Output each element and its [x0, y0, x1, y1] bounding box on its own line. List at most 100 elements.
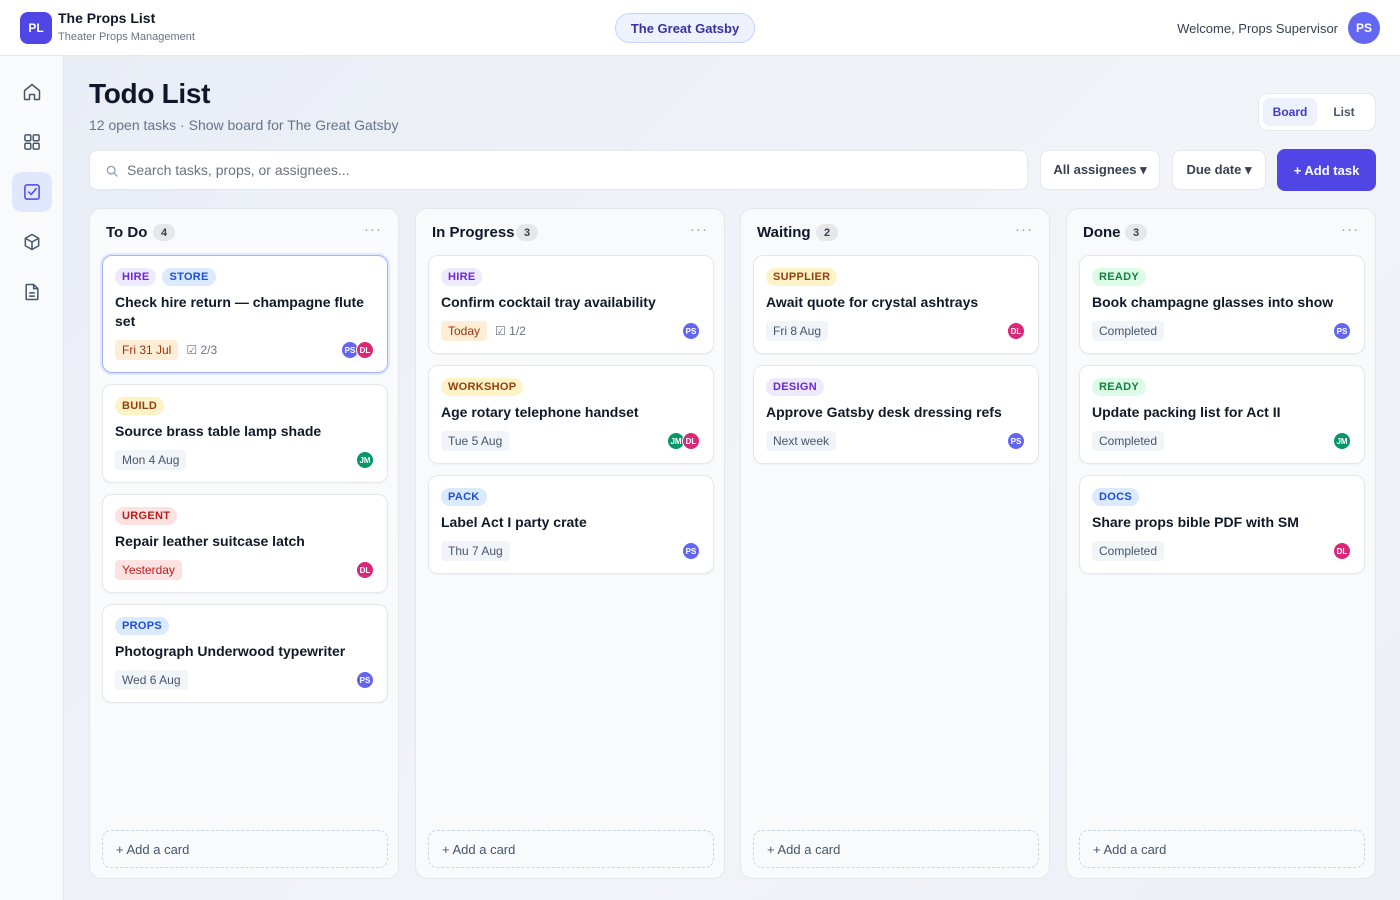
app-subtitle: Theater Props Management: [58, 31, 195, 43]
user-avatar[interactable]: PS: [1348, 12, 1380, 44]
task-meta: Thu 7 Aug PS: [441, 541, 700, 561]
task-card[interactable]: HIRE Confirm cocktail tray availability To…: [428, 255, 714, 354]
column-done: Done 3 ··· READY Book champagne glasses into…: [1066, 208, 1376, 879]
tag-row: URGENT: [115, 507, 374, 525]
task-card[interactable]: READY Book champagne glasses into show Com…: [1079, 255, 1365, 354]
tag-badge: HIRE: [441, 268, 483, 286]
task-card[interactable]: READY Update packing list for Act II Compl…: [1079, 365, 1365, 464]
tag-badge: WORKSHOP: [441, 378, 524, 396]
task-meta: Next week PS: [766, 431, 1025, 451]
due-date-badge: Wed 6 Aug: [115, 670, 188, 690]
assignee-avatars: PS: [356, 671, 374, 689]
assignee-avatar[interactable]: DL: [356, 341, 374, 359]
assignees-filter[interactable]: All assignees ▾: [1040, 150, 1160, 190]
board-view-button[interactable]: Board: [1263, 98, 1317, 126]
assignee-avatars: DL: [356, 561, 374, 579]
task-card[interactable]: DOCS Share props bible PDF with SM Complet…: [1079, 475, 1365, 574]
task-meta: Fri 8 Aug DL: [766, 321, 1025, 341]
search-bar: [89, 150, 1028, 190]
task-title: Confirm cocktail tray availability: [441, 294, 656, 310]
task-meta: Mon 4 Aug JM: [115, 450, 374, 470]
task-title: Update packing list for Act II: [1092, 404, 1281, 420]
assignee-avatars: JM: [356, 451, 374, 469]
column-menu-button[interactable]: ···: [364, 221, 382, 238]
sidebar-item-props[interactable]: [12, 222, 52, 262]
checklist-count: 1/2: [509, 324, 526, 338]
checklist-progress: ☑ 2/3: [186, 343, 217, 357]
tag-badge: READY: [1092, 268, 1147, 286]
column-menu-button[interactable]: ···: [690, 221, 708, 238]
assignee-avatar[interactable]: PS: [356, 671, 374, 689]
assignee-avatars: JM DL: [667, 432, 700, 450]
task-card[interactable]: DESIGN Approve Gatsby desk dressing refs N…: [753, 365, 1039, 464]
column-menu-button[interactable]: ···: [1341, 221, 1359, 238]
task-title: Await quote for crystal ashtrays: [766, 294, 979, 310]
checkbox-icon: ☑: [186, 343, 198, 357]
assignee-avatar[interactable]: DL: [356, 561, 374, 579]
sidebar-item-dashboard[interactable]: [12, 122, 52, 162]
sidebar-item-home[interactable]: [12, 72, 52, 112]
add-card-button[interactable]: + Add a card: [1079, 830, 1365, 868]
task-title: Share props bible PDF with SM: [1092, 514, 1299, 530]
task-title: Approve Gatsby desk dressing refs: [766, 404, 1002, 420]
assignee-avatar[interactable]: PS: [682, 322, 700, 340]
column-menu-button[interactable]: ···: [1015, 221, 1033, 238]
assignee-avatars: DL: [1333, 542, 1351, 560]
assignee-avatar[interactable]: DL: [1007, 322, 1025, 340]
column-waiting: Waiting 2 ··· SUPPLIER Await quote for cryst…: [740, 208, 1050, 879]
tag-badge: STORE: [162, 268, 216, 286]
assignee-avatar[interactable]: JM: [1333, 432, 1351, 450]
search-icon: [106, 165, 118, 177]
column-count-badge: 2: [816, 224, 838, 241]
task-title: Photograph Underwood typewriter: [115, 643, 346, 659]
task-meta: Today ☑ 1/2 PS: [441, 321, 700, 341]
due-date-badge: Completed: [1092, 321, 1165, 341]
column-to-do: To Do 4 ··· HIRE STORE Check hire return — ch…: [89, 208, 399, 879]
assignee-avatar[interactable]: JM: [356, 451, 374, 469]
task-meta: Wed 6 Aug PS: [115, 670, 374, 690]
task-card[interactable]: SUPPLIER Await quote for crystal ashtrays…: [753, 255, 1039, 354]
due-date-badge: Yesterday: [115, 560, 182, 580]
assignee-avatar[interactable]: DL: [1333, 542, 1351, 560]
app-logo[interactable]: PL: [20, 12, 52, 44]
due-date-filter[interactable]: Due date ▾: [1172, 150, 1266, 190]
due-date-badge: Fri 31 Jul: [115, 340, 179, 360]
card-list: HIRE STORE Check hire return — champagne f…: [102, 255, 388, 714]
task-card[interactable]: BUILD Source brass table lamp shade Mon 4 …: [102, 384, 388, 483]
task-card[interactable]: HIRE STORE Check hire return — champagne f…: [102, 255, 388, 373]
assignee-avatar[interactable]: PS: [1007, 432, 1025, 450]
tag-row: HIRE STORE: [115, 268, 374, 286]
assignee-avatar[interactable]: PS: [1333, 322, 1351, 340]
add-card-button[interactable]: + Add a card: [753, 830, 1039, 868]
add-card-button[interactable]: + Add a card: [102, 830, 388, 868]
tag-row: READY: [1092, 378, 1351, 396]
due-date-badge: Thu 7 Aug: [441, 541, 510, 561]
due-date-badge: Fri 8 Aug: [766, 321, 829, 341]
add-card-button[interactable]: + Add a card: [428, 830, 714, 868]
page-subtitle: 12 open tasks · Show board for The Great…: [89, 117, 399, 133]
home-icon: [23, 83, 41, 101]
current-show-pill[interactable]: The Great Gatsby: [615, 13, 755, 43]
due-date-badge: Today: [441, 321, 488, 341]
search-input[interactable]: [127, 151, 1007, 189]
list-view-button[interactable]: List: [1317, 98, 1371, 126]
task-meta: Fri 31 Jul ☑ 2/3 PS DL: [115, 340, 374, 360]
sidebar: [0, 56, 64, 900]
assignee-avatars: JM: [1333, 432, 1351, 450]
sidebar-item-documents[interactable]: [12, 272, 52, 312]
assignee-avatar[interactable]: DL: [682, 432, 700, 450]
checklist-count: 2/3: [200, 343, 218, 357]
due-date-badge: Completed: [1092, 541, 1165, 561]
assignee-avatar[interactable]: PS: [682, 542, 700, 560]
add-task-button[interactable]: + Add task: [1277, 149, 1376, 191]
task-meta: Yesterday DL: [115, 560, 374, 580]
task-card[interactable]: WORKSHOP Age rotary telephone handset Tue …: [428, 365, 714, 464]
tag-badge: SUPPLIER: [766, 268, 838, 286]
tag-row: PACK: [441, 488, 700, 506]
task-card[interactable]: PROPS Photograph Underwood typewriter Wed …: [102, 604, 388, 703]
tag-badge: READY: [1092, 378, 1147, 396]
sidebar-item-todo-list[interactable]: [12, 172, 52, 212]
task-card[interactable]: PACK Label Act I party crate Thu 7 Aug PS: [428, 475, 714, 574]
checkbox-icon: ☑: [495, 324, 506, 338]
task-card[interactable]: URGENT Repair leather suitcase latch Yeste…: [102, 494, 388, 593]
